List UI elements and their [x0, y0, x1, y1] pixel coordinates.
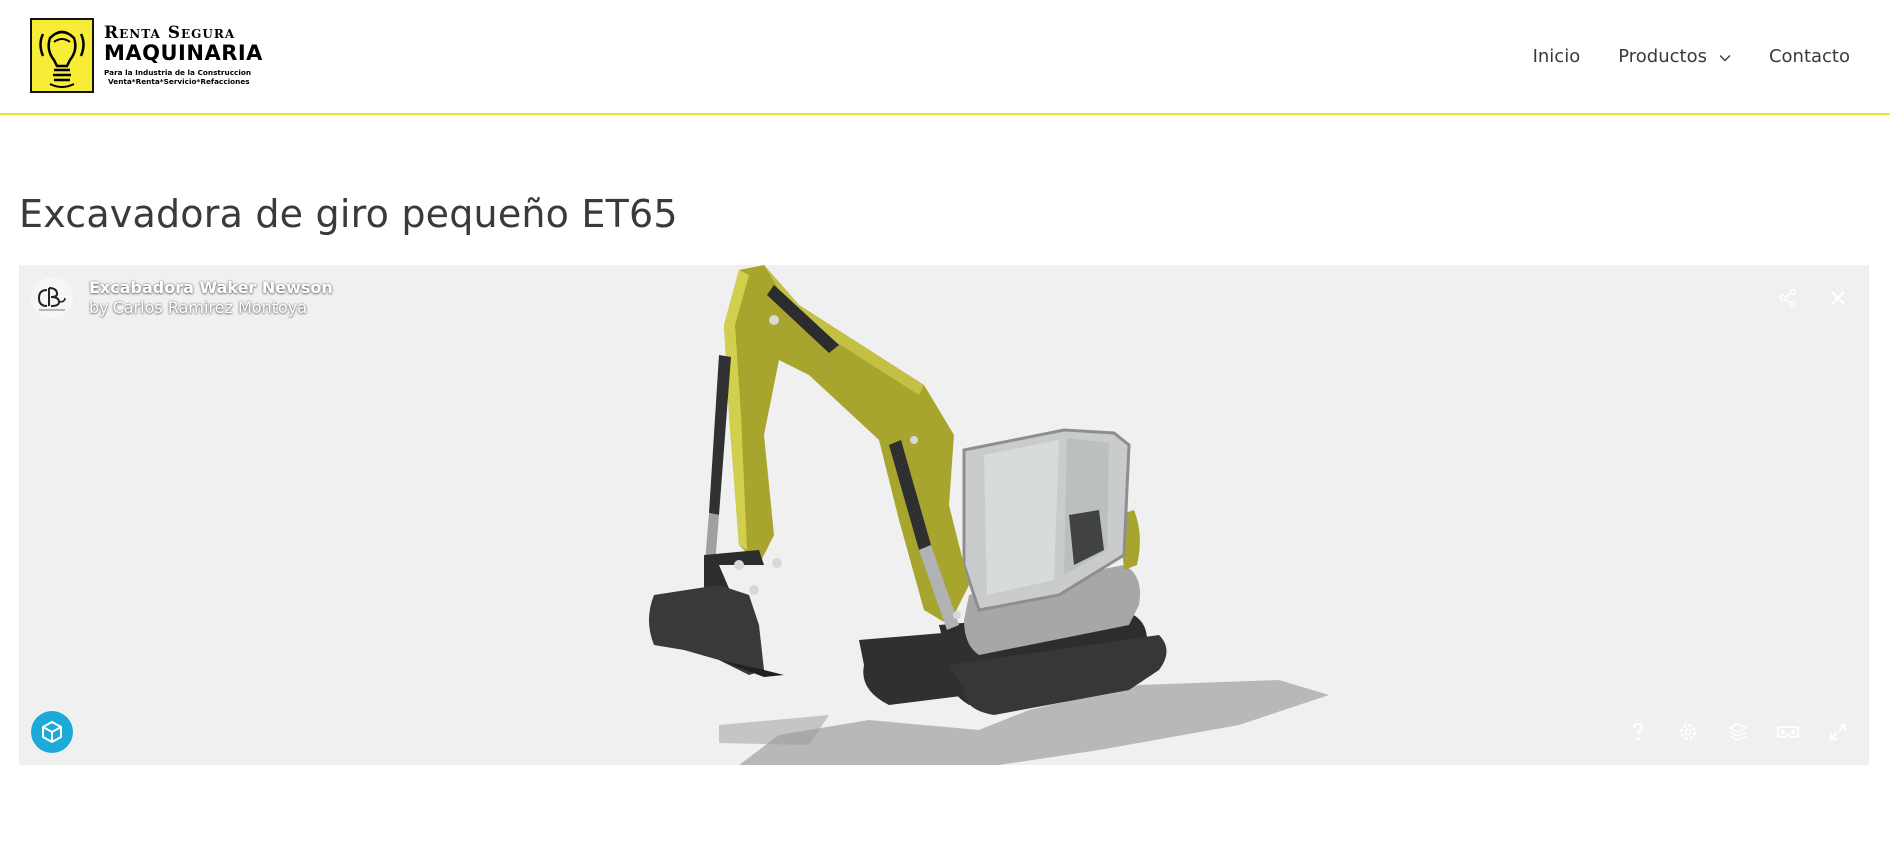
sketchfab-logo-icon[interactable] — [31, 711, 73, 753]
brand-text: Renta Segura MAQUINARIA Para la Industri… — [104, 25, 263, 85]
author-prefix: by — [89, 298, 109, 317]
nav-item-label: Contacto — [1768, 45, 1850, 67]
nav-item-productos[interactable]: Productos — [1618, 46, 1731, 67]
excavator-3d-model[interactable] — [19, 265, 1869, 765]
close-icon[interactable] — [1825, 285, 1851, 311]
author-name-link[interactable]: Carlos Ramirez Montoya — [113, 298, 307, 317]
nav-item-contacto[interactable]: Contacto — [1769, 46, 1850, 67]
nav-item-inicio[interactable]: Inicio — [1533, 46, 1581, 67]
model-info: Excabadora Waker Newson by Carlos Ramirez… — [89, 278, 333, 317]
vr-icon[interactable] — [1775, 719, 1801, 745]
author-avatar[interactable] — [31, 277, 73, 319]
share-icon[interactable] — [1775, 285, 1801, 311]
model-title-link[interactable]: Excabadora Waker Newson — [89, 278, 333, 297]
model-author: by Carlos Ramirez Montoya — [89, 298, 333, 317]
brand-logo[interactable]: Renta Segura MAQUINARIA Para la Industri… — [30, 16, 263, 94]
help-icon[interactable] — [1625, 719, 1651, 745]
brand-services: Venta*Renta*Servicio*Refacciones — [108, 76, 250, 86]
main-nav: Inicio Productos Contacto — [1495, 0, 1850, 112]
viewer-bottom-tools — [1601, 719, 1851, 745]
viewer-top-tools — [1751, 285, 1851, 311]
brand-line-1: Renta Segura — [104, 23, 236, 44]
nav-item-label: Productos — [1618, 45, 1707, 67]
brand-tagline: Para la Industria de la Construccion — [104, 68, 252, 78]
settings-icon[interactable] — [1675, 719, 1701, 745]
model-viewer[interactable]: Excabadora Waker Newson by Carlos Ramirez… — [19, 265, 1869, 765]
nav-item-label: Inicio — [1532, 45, 1581, 67]
fullscreen-icon[interactable] — [1825, 719, 1851, 745]
brand-line-2: MAQUINARIA — [104, 41, 263, 66]
page-title: Excavadora de giro pequeño ET65 — [19, 192, 678, 236]
site-header: Renta Segura MAQUINARIA Para la Industri… — [0, 0, 1890, 115]
layers-icon[interactable] — [1725, 719, 1751, 745]
chevron-down-icon — [1719, 46, 1731, 67]
brand-logo-mark — [30, 17, 94, 93]
